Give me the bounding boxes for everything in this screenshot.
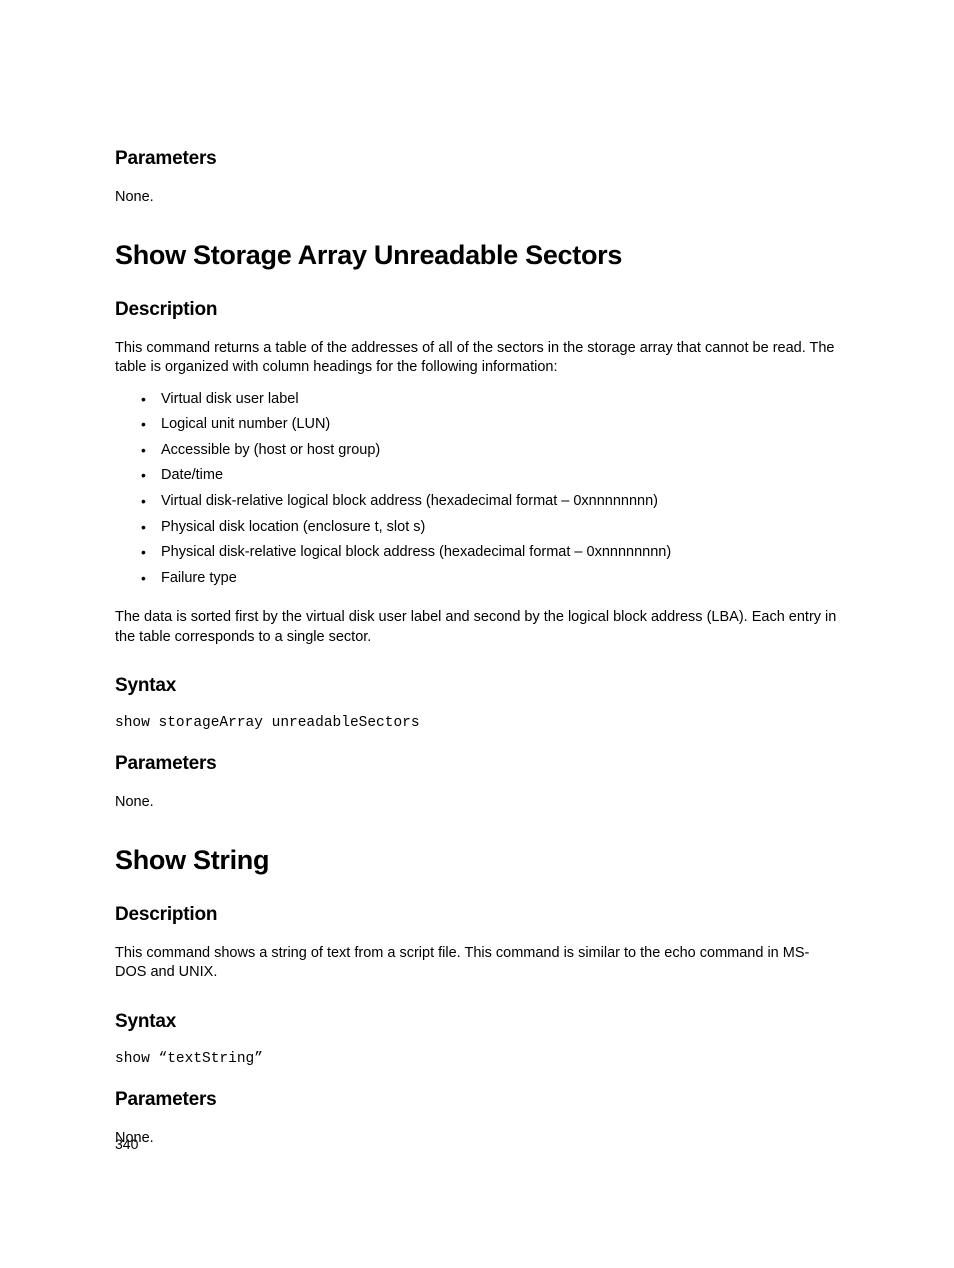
heading-parameters-1: Parameters bbox=[115, 753, 839, 775]
list-item: Failure type bbox=[161, 569, 839, 589]
page-number: 340 bbox=[115, 1136, 138, 1152]
list-item: Physical disk location (enclosure t, slo… bbox=[161, 518, 839, 538]
heading-parameters-0: Parameters bbox=[115, 148, 839, 170]
list-item: Date/time bbox=[161, 466, 839, 486]
code-syntax-2: show “textString” bbox=[115, 1051, 839, 1067]
heading-parameters-2: Parameters bbox=[115, 1089, 839, 1111]
heading-show-string: Show String bbox=[115, 845, 839, 876]
text-description-2: This command shows a string of text from… bbox=[115, 944, 839, 983]
heading-syntax-1: Syntax bbox=[115, 675, 839, 697]
text-parameters-0: None. bbox=[115, 188, 839, 208]
heading-description-2: Description bbox=[115, 904, 839, 926]
text-description-1: This command returns a table of the addr… bbox=[115, 339, 839, 378]
text-parameters-2: None. bbox=[115, 1129, 839, 1149]
text-description-1b: The data is sorted first by the virtual … bbox=[115, 608, 839, 647]
list-item: Virtual disk user label bbox=[161, 390, 839, 410]
text-parameters-1: None. bbox=[115, 793, 839, 813]
list-item: Virtual disk-relative logical block addr… bbox=[161, 492, 839, 512]
list-item: Accessible by (host or host group) bbox=[161, 441, 839, 461]
list-item: Physical disk-relative logical block add… bbox=[161, 543, 839, 563]
bullet-list-1: Virtual disk user label Logical unit num… bbox=[115, 390, 839, 589]
heading-syntax-2: Syntax bbox=[115, 1011, 839, 1033]
heading-show-storage-array-unreadable-sectors: Show Storage Array Unreadable Sectors bbox=[115, 240, 839, 271]
code-syntax-1: show storageArray unreadableSectors bbox=[115, 715, 839, 731]
heading-description-1: Description bbox=[115, 299, 839, 321]
list-item: Logical unit number (LUN) bbox=[161, 415, 839, 435]
